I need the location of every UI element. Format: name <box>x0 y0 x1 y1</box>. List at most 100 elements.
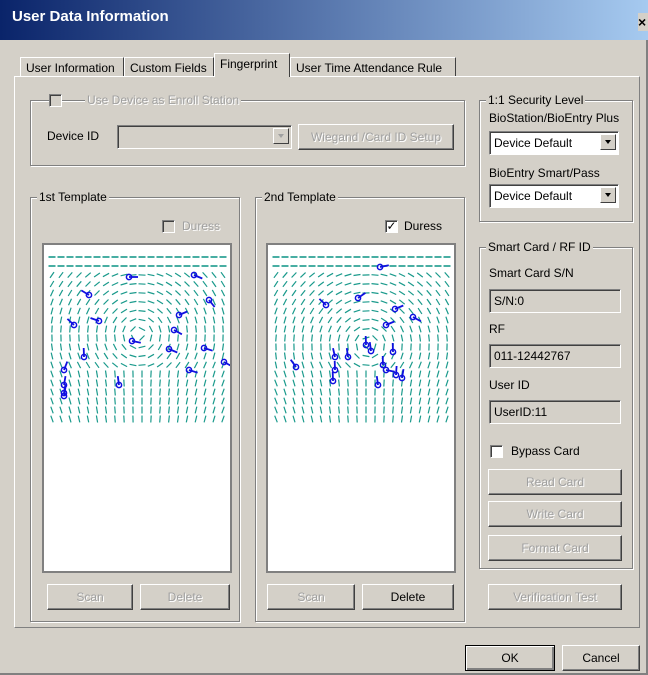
device-id-select[interactable] <box>117 125 292 149</box>
ridge-stroke <box>85 298 91 306</box>
ridge-stroke <box>409 379 413 387</box>
template2-delete-button[interactable]: Delete <box>362 584 454 610</box>
ridge-stroke <box>212 307 216 315</box>
ridge-stroke <box>373 343 377 351</box>
ridge-stroke <box>318 307 324 315</box>
ridge-stroke <box>353 326 361 332</box>
ridge-stroke <box>301 352 305 360</box>
ridge-stroke <box>157 353 163 359</box>
ridge-stroke <box>362 354 370 358</box>
ridge-stroke <box>335 299 343 305</box>
format-card-button[interactable]: Format Card <box>488 535 622 561</box>
ridge-stroke <box>362 319 370 321</box>
template1-duress-checkbox[interactable] <box>162 220 175 233</box>
biostation-security-select[interactable]: Device Default <box>489 131 619 155</box>
ridge-stroke <box>319 406 323 414</box>
ridge-stroke <box>95 370 99 378</box>
ridge-stroke <box>193 298 199 306</box>
enroll-station-checkbox[interactable] <box>49 94 62 107</box>
ridge-stroke <box>194 307 198 315</box>
ridge-stroke <box>203 316 207 324</box>
ridge-stroke <box>302 334 304 342</box>
ridge-stroke <box>168 415 170 423</box>
ridge-stroke <box>292 325 296 333</box>
ridge-stroke <box>371 353 379 359</box>
ridge-stroke <box>86 415 90 423</box>
ridge-stroke <box>445 397 449 405</box>
ridge-stroke <box>436 325 440 333</box>
tab-fingerprint[interactable]: Fingerprint <box>214 53 290 77</box>
ridge-stroke <box>301 406 305 414</box>
ridge-stroke <box>159 370 161 378</box>
ridge-stroke <box>202 271 208 279</box>
chevron-down-icon[interactable] <box>600 134 616 150</box>
ridge-stroke <box>147 308 155 314</box>
bypass-card-checkbox[interactable] <box>490 445 503 458</box>
ridge-stroke <box>436 370 440 378</box>
ridge-stroke <box>319 325 323 333</box>
ridge-stroke <box>344 291 352 295</box>
tab-custom-fields[interactable]: Custom Fields <box>124 57 214 77</box>
ridge-stroke <box>445 379 449 387</box>
close-icon[interactable]: × <box>638 13 648 31</box>
ridge-stroke <box>138 301 146 303</box>
ridge-stroke <box>158 334 162 342</box>
ridge-stroke <box>203 406 207 414</box>
ridge-stroke <box>59 415 63 423</box>
ridge-stroke <box>362 364 370 366</box>
ridge-stroke <box>185 352 189 360</box>
ridge-stroke <box>308 281 316 287</box>
ridge-stroke <box>156 299 164 305</box>
ridge-stroke <box>362 328 370 330</box>
ridge-stroke <box>418 325 422 333</box>
cancel-button[interactable]: Cancel <box>562 645 640 671</box>
ridge-stroke <box>159 397 161 405</box>
ridge-stroke <box>408 307 414 315</box>
title-bar: User Data Information × <box>0 0 648 40</box>
ok-button[interactable]: OK <box>465 645 555 671</box>
ridge-stroke <box>301 316 305 324</box>
ridge-stroke <box>204 325 206 333</box>
ridge-stroke <box>167 325 171 333</box>
chevron-down-icon[interactable] <box>600 187 616 203</box>
ridge-stroke <box>174 272 182 278</box>
ridge-stroke <box>203 397 207 405</box>
ridge-stroke <box>347 388 349 396</box>
ridge-stroke <box>301 397 305 405</box>
ridge-stroke <box>194 397 198 405</box>
ridge-stroke <box>111 281 119 287</box>
ridge-stroke <box>58 289 64 297</box>
ridge-stroke <box>211 289 217 297</box>
ridge-stroke <box>147 291 155 295</box>
ridge-stroke <box>327 308 333 314</box>
template1-scan-button[interactable]: Scan <box>47 584 133 610</box>
ridge-stroke <box>436 397 440 405</box>
template2-scan-button[interactable]: Scan <box>267 584 355 610</box>
ridge-stroke <box>104 406 108 414</box>
tab-user-information[interactable]: User Information <box>20 57 124 77</box>
ridge-stroke <box>67 289 73 297</box>
ridge-stroke <box>130 326 136 332</box>
ridge-stroke <box>445 388 449 396</box>
ridge-stroke <box>353 291 361 295</box>
ridge-stroke <box>319 361 323 369</box>
read-card-button[interactable]: Read Card <box>488 469 622 495</box>
rf-field[interactable]: 011-12442767 <box>489 344 621 368</box>
ridge-stroke <box>407 281 415 287</box>
minutia-direction <box>395 365 398 376</box>
template2-duress-checkbox[interactable]: ✓ <box>385 220 398 233</box>
ridge-stroke <box>50 343 54 351</box>
chevron-down-icon[interactable] <box>273 128 289 144</box>
wiegand-card-id-setup-button[interactable]: Wiegand /Card ID Setup <box>298 124 454 150</box>
write-card-button[interactable]: Write Card <box>488 501 622 527</box>
ridge-stroke <box>69 325 71 333</box>
verification-test-button[interactable]: Verification Test <box>488 584 622 610</box>
smart-card-sn-field[interactable]: S/N:0 <box>489 289 621 313</box>
bioentry-security-select[interactable]: Device Default <box>489 184 619 208</box>
tab-user-time-attendance-rule[interactable]: User Time Attendance Rule <box>290 57 456 77</box>
ridge-stroke <box>400 388 404 396</box>
ridge-stroke <box>129 354 137 358</box>
template1-delete-button[interactable]: Delete <box>140 584 230 610</box>
user-id-field[interactable]: UserID:11 <box>489 400 621 424</box>
ridge-stroke <box>436 352 440 360</box>
